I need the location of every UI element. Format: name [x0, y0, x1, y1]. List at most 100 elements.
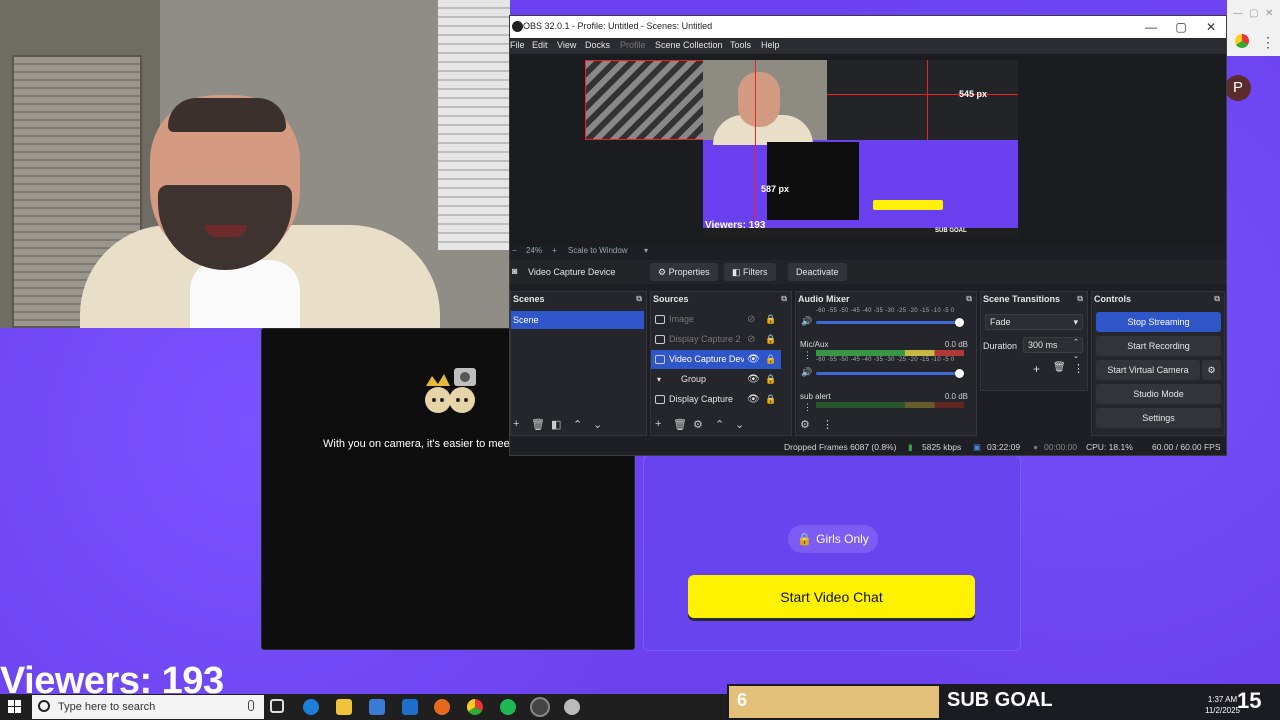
menu-view[interactable]: View	[557, 40, 576, 50]
virtual-camera-settings-icon[interactable]: ⚙	[1202, 360, 1221, 380]
duration-input[interactable]: 300 ms ⌃ ⌄	[1023, 337, 1083, 360]
remove-source-icon[interactable]: 🗑	[673, 418, 687, 431]
lock-icon[interactable]: 🔒	[765, 390, 776, 409]
source-item-video-capture[interactable]: Video Capture Dev 👁 🔒	[651, 350, 781, 369]
collapse-arrow-icon[interactable]: ▾	[657, 370, 661, 389]
scene-filter-icon[interactable]: ◧	[551, 418, 561, 431]
scale-dropdown-icon[interactable]: ▾	[644, 246, 648, 255]
speaker-icon[interactable]: 🔊	[801, 367, 812, 378]
start-video-chat-button[interactable]: Start Video Chat	[688, 575, 975, 618]
spotify-icon[interactable]	[500, 699, 516, 715]
close-icon[interactable]: ✕	[1196, 18, 1226, 36]
move-up-icon[interactable]: ⌃	[573, 418, 582, 431]
advanced-audio-icon[interactable]: ⚙	[800, 418, 810, 431]
filters-button[interactable]: ◧ Filters	[724, 263, 776, 281]
volume-fader[interactable]	[816, 318, 964, 327]
firefox-icon[interactable]	[434, 699, 450, 715]
start-recording-button[interactable]: Start Recording	[1096, 336, 1221, 356]
maximize-icon[interactable]: ▢	[1166, 18, 1196, 36]
speaker-icon[interactable]: 🔊	[801, 316, 812, 327]
deactivate-button[interactable]: Deactivate	[788, 263, 847, 281]
lock-icon[interactable]: 🔒	[765, 330, 776, 349]
eye-hidden-icon[interactable]: ⊘	[747, 330, 755, 349]
dock-popout-icon[interactable]: ⧉	[636, 292, 642, 306]
eye-hidden-icon[interactable]: ⊘	[747, 310, 755, 329]
preview-canvas[interactable]: 545 px 587 px Viewers: 193 SUB GOAL	[703, 60, 1018, 237]
menu-edit[interactable]: Edit	[532, 40, 548, 50]
stepper-icon[interactable]: ⌃ ⌄	[1073, 336, 1079, 364]
microphone-icon[interactable]	[248, 700, 254, 711]
zoom-in-icon[interactable]: +	[552, 246, 557, 255]
scale-mode[interactable]: Scale to Window	[568, 246, 628, 255]
menu-docks[interactable]: Docks	[585, 40, 610, 50]
mail-icon[interactable]	[402, 699, 418, 715]
add-source-icon[interactable]: +	[655, 418, 661, 430]
match-panel	[643, 455, 1021, 651]
girls-only-label: Girls Only	[816, 532, 869, 546]
stop-streaming-button[interactable]: Stop Streaming	[1096, 312, 1221, 332]
file-explorer-icon[interactable]	[336, 699, 352, 715]
clock-time: 1:37 AM	[1207, 695, 1238, 704]
move-down-icon[interactable]: ⌄	[593, 418, 602, 431]
dock-popout-icon[interactable]: ⧉	[781, 292, 787, 306]
browser-menu-icon[interactable]: ⋮	[1261, 34, 1275, 50]
properties-button[interactable]: ⚙ Properties	[650, 263, 718, 281]
move-down-icon[interactable]: ⌄	[735, 418, 744, 431]
menu-file[interactable]: File	[510, 40, 525, 50]
menu-profile[interactable]: Profile	[620, 40, 646, 50]
studio-mode-button[interactable]: Studio Mode	[1096, 384, 1221, 404]
dock-popout-icon[interactable]: ⧉	[1214, 292, 1220, 306]
store-icon[interactable]	[369, 699, 385, 715]
mixer-menu-icon[interactable]: ⋮	[822, 418, 833, 431]
menu-scene-collection[interactable]: Scene Collection	[655, 40, 723, 50]
source-item-group[interactable]: ▾ Group 👁 🔒	[651, 370, 781, 389]
search-placeholder: Type here to search	[58, 701, 156, 713]
edge-browser-icon[interactable]	[303, 699, 319, 715]
menu-tools[interactable]: Tools	[730, 40, 751, 50]
sub-goal-progress-fill	[729, 686, 939, 718]
source-item-display-capture-2[interactable]: Display Capture 2 ⊘ 🔒	[651, 330, 781, 349]
task-view-icon[interactable]	[270, 699, 284, 713]
source-item-display-capture[interactable]: Display Capture 👁 🔒	[651, 390, 781, 409]
taskbar-clock[interactable]: 1:37 AM 11/2/2025	[1205, 694, 1240, 716]
obs-preview[interactable]: 545 px 587 px Viewers: 193 SUB GOAL	[510, 54, 1226, 246]
eye-icon[interactable]: 👁	[747, 370, 760, 389]
channel-menu-icon[interactable]: ⋮	[803, 402, 812, 413]
source-item-image[interactable]: Image ⊘ 🔒	[651, 310, 781, 329]
menu-help[interactable]: Help	[761, 40, 780, 50]
lock-icon[interactable]: 🔒	[765, 350, 776, 369]
taskbar-search-input[interactable]: Type here to search	[32, 695, 264, 719]
volume-fader[interactable]	[816, 369, 964, 378]
eye-icon[interactable]: 👁	[747, 390, 760, 409]
obs-taskbar-icon[interactable]	[532, 699, 548, 715]
start-virtual-camera-button[interactable]: Start Virtual Camera	[1096, 360, 1200, 380]
minimize-icon[interactable]: —	[1136, 18, 1166, 36]
remove-scene-icon[interactable]: 🗑	[531, 418, 545, 431]
lock-icon[interactable]: 🔒	[765, 370, 776, 389]
chrome-icon[interactable]	[467, 699, 483, 715]
obs-titlebar[interactable]: OBS 32.0.1 - Profile: Untitled - Scenes:…	[510, 16, 1226, 38]
add-scene-icon[interactable]: +	[513, 418, 519, 430]
dock-popout-icon[interactable]: ⧉	[1077, 292, 1083, 306]
remove-transition-icon[interactable]: 🗑	[1053, 362, 1066, 373]
chrome-extension-icon[interactable]	[1235, 34, 1249, 48]
transition-menu-icon[interactable]: ⋮	[1073, 362, 1084, 375]
channel-menu-icon[interactable]: ⋮	[803, 350, 812, 361]
browser-minimize-icon[interactable]: —	[1233, 8, 1243, 19]
move-up-icon[interactable]: ⌃	[715, 418, 724, 431]
settings-button[interactable]: Settings	[1096, 408, 1221, 428]
profile-avatar[interactable]: P	[1225, 75, 1251, 101]
transition-select[interactable]: Fade ▾	[985, 314, 1083, 330]
girls-only-toggle[interactable]: 🔒 Girls Only	[788, 525, 878, 553]
windows-start-icon[interactable]	[8, 700, 22, 714]
add-transition-icon[interactable]: +	[1033, 362, 1040, 376]
scene-list-item[interactable]: Scene	[511, 311, 644, 329]
dock-popout-icon[interactable]: ⧉	[966, 292, 972, 306]
zoom-out-icon[interactable]: −	[512, 246, 517, 255]
app-taskbar-icon[interactable]	[564, 699, 580, 715]
browser-maximize-icon[interactable]: ▢	[1249, 8, 1258, 19]
source-settings-icon[interactable]: ⚙	[693, 418, 703, 431]
eye-icon[interactable]: 👁	[747, 350, 760, 369]
browser-close-icon[interactable]: ✕	[1265, 8, 1273, 19]
lock-icon[interactable]: 🔒	[765, 310, 776, 329]
